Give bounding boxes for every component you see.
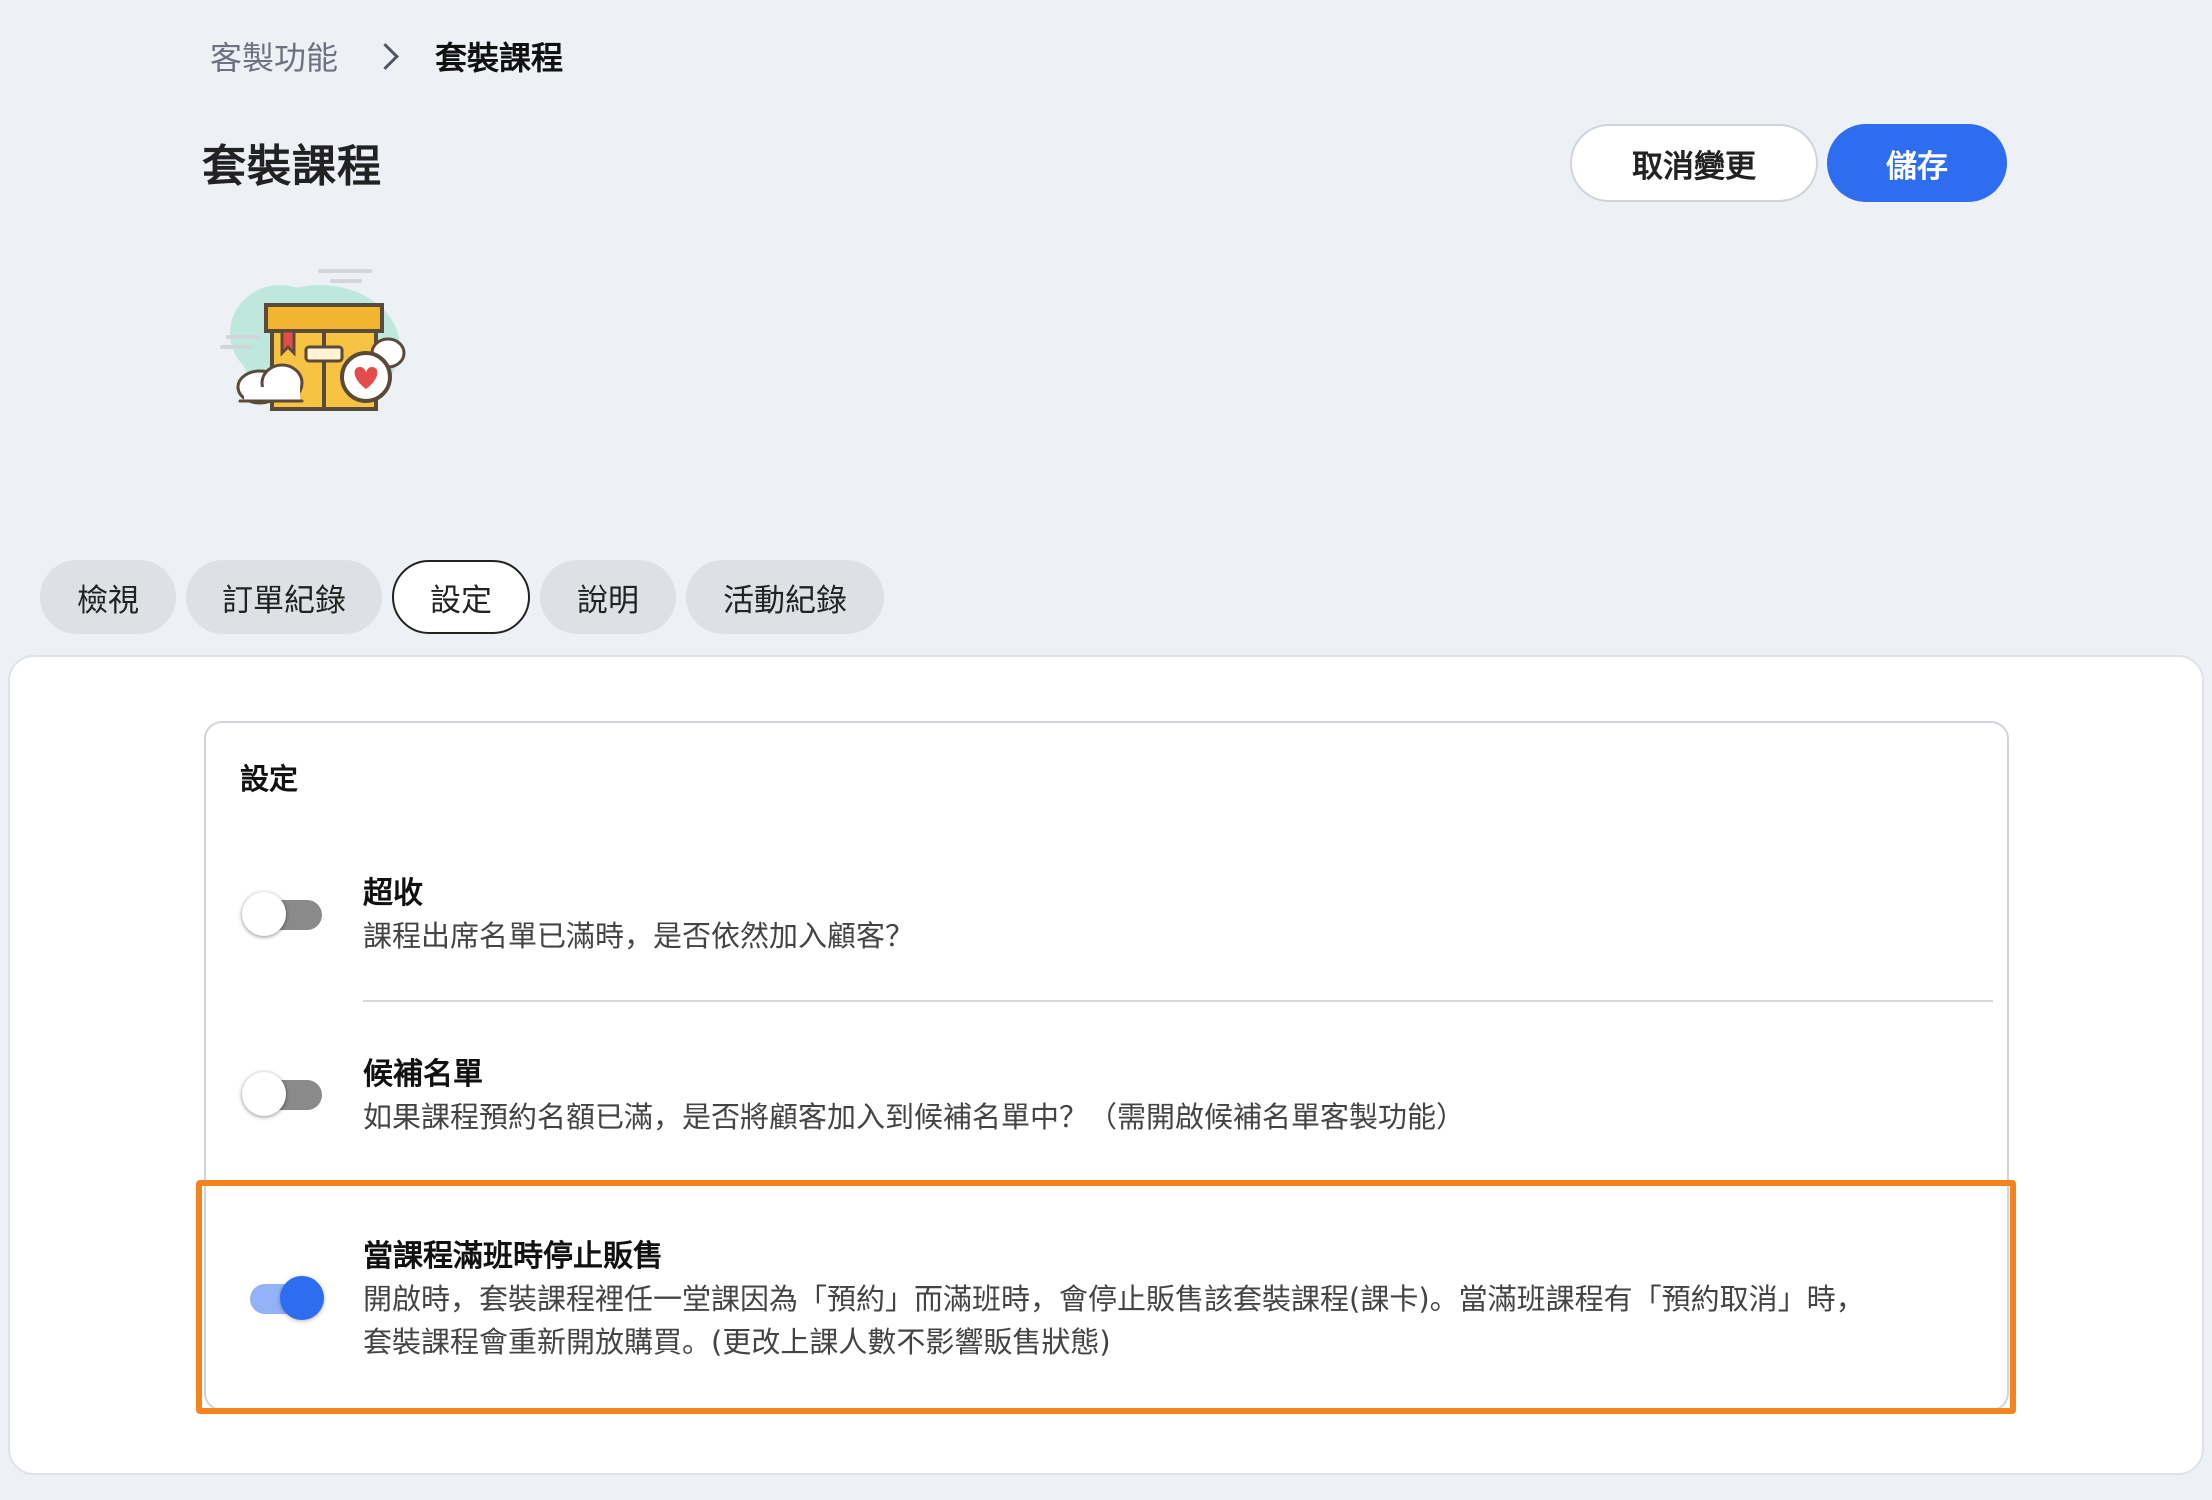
tab-order-records[interactable]: 訂單紀錄 xyxy=(186,560,382,634)
tab-description[interactable]: 說明 xyxy=(540,560,676,634)
tab-view[interactable]: 檢視 xyxy=(40,560,176,634)
breadcrumb-current: 套裝課程 xyxy=(435,39,564,77)
waitlist-description: 如果課程預約名額已滿，是否將顧客加入到候補名單中？（需開啟候補名單客製功能） xyxy=(363,1100,1466,1134)
chevron-right-icon xyxy=(372,42,399,70)
overbooking-title: 超收 xyxy=(363,876,423,911)
overbooking-description: 課程出席名單已滿時，是否依然加入顧客？ xyxy=(363,919,915,953)
page-title: 套裝課程 xyxy=(202,141,382,192)
toggle-thumb xyxy=(242,1072,286,1116)
overbooking-toggle[interactable] xyxy=(242,890,324,936)
tab-settings[interactable]: 設定 xyxy=(392,560,530,634)
breadcrumb: 客製功能 套裝課程 xyxy=(210,32,563,80)
toggle-thumb xyxy=(242,892,286,936)
waitlist-title: 候補名單 xyxy=(363,1057,483,1092)
stop-sale-when-full-description-line-1: 開啟時，套裝課程裡任一堂課因為「預約」而滿班時，會停止販售該套裝課程(課卡)。當… xyxy=(363,1282,1865,1316)
package-box-illustration-icon xyxy=(210,255,410,435)
waitlist-toggle[interactable] xyxy=(242,1070,324,1116)
stop-sale-when-full-description-line-2: 套裝課程會重新開放購買。(更改上課人數不影響販售狀態) xyxy=(363,1325,1111,1359)
tab-activity-log[interactable]: 活動紀錄 xyxy=(686,560,884,634)
save-button[interactable]: 儲存 xyxy=(1827,124,2007,202)
toggle-thumb xyxy=(280,1276,324,1320)
tab-bar: 檢視 訂單紀錄 設定 說明 活動紀錄 xyxy=(40,560,884,634)
cancel-changes-button[interactable]: 取消變更 xyxy=(1570,124,1818,202)
settings-card-title: 設定 xyxy=(240,762,299,796)
stop-sale-when-full-title: 當課程滿班時停止販售 xyxy=(363,1239,663,1274)
breadcrumb-parent-link[interactable]: 客製功能 xyxy=(210,33,338,79)
stop-sale-when-full-toggle[interactable] xyxy=(242,1274,324,1320)
divider xyxy=(363,1000,1993,1002)
